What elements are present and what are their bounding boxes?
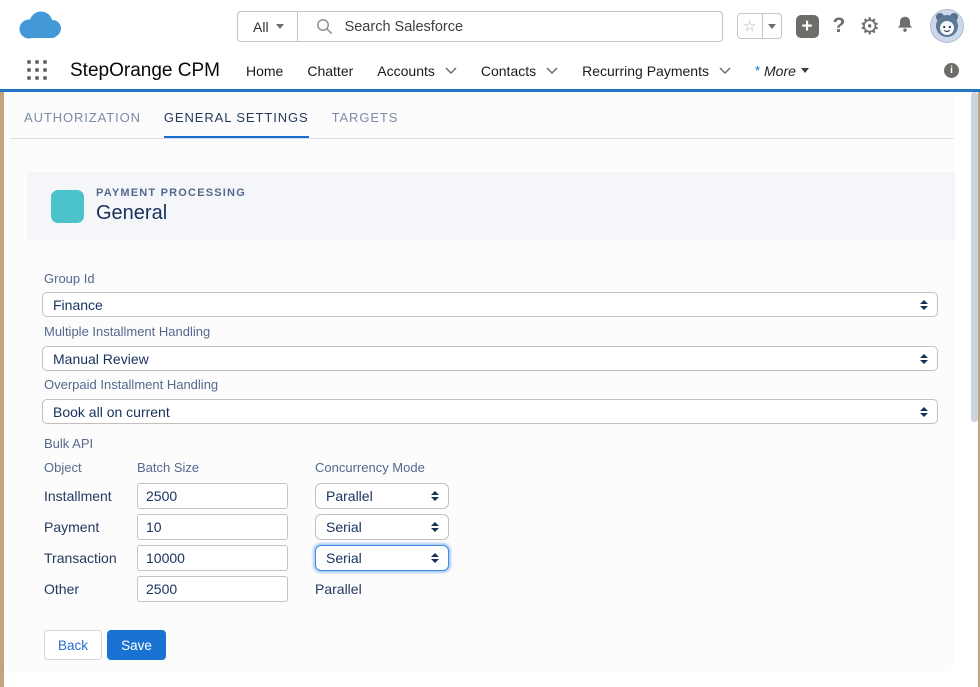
nav-item-recurring-payments[interactable]: Recurring Payments (582, 63, 731, 79)
plus-icon: + (801, 16, 812, 37)
caret-down-icon (276, 24, 284, 29)
nav-item-home[interactable]: Home (246, 63, 283, 79)
star-icon: ☆ (743, 17, 756, 35)
select-value: Serial (326, 550, 362, 566)
overpaid-installment-handling-select[interactable]: Book all on current (42, 399, 938, 424)
field-label-overpaid-installment-handling: Overpaid Installment Handling (44, 377, 218, 392)
row-label-installment: Installment (44, 483, 112, 509)
info-icon[interactable]: i (944, 63, 959, 78)
payment-processing-icon (51, 190, 84, 223)
search-scope-value: All (253, 19, 269, 35)
select-arrows-icon (920, 354, 928, 364)
select-arrows-icon (431, 553, 439, 563)
transaction-batch-size-input[interactable] (137, 545, 288, 571)
unsaved-asterisk: * (755, 63, 760, 78)
installment-batch-size-input[interactable] (137, 483, 288, 509)
installment-concurrency-select[interactable]: Parallel (315, 483, 449, 509)
row-label-transaction: Transaction (44, 545, 117, 571)
section-header: PAYMENT PROCESSING General (27, 172, 955, 240)
notifications-button[interactable] (894, 14, 916, 39)
app-nav-bar: StepOrange CPM Home Chatter Accounts Con… (0, 52, 980, 89)
select-value: Parallel (326, 488, 373, 504)
search-input[interactable] (345, 19, 722, 35)
select-arrows-icon (431, 522, 439, 532)
chevron-down-icon (719, 67, 731, 74)
nav-label: More (764, 63, 796, 79)
salesforce-app-window: All ☆ + ? (0, 0, 980, 687)
nav-label: Recurring Payments (582, 63, 709, 79)
payment-batch-size-input[interactable] (137, 514, 288, 540)
nav-label: Home (246, 63, 283, 79)
column-header-object: Object (44, 460, 82, 475)
astro-avatar-icon (931, 10, 963, 42)
scrollbar-thumb[interactable] (971, 92, 978, 422)
select-value: Book all on current (53, 404, 170, 420)
field-label-group-id: Group Id (44, 271, 95, 286)
caret-down-icon (768, 24, 776, 29)
gear-icon: ⚙ (859, 13, 880, 39)
nav-label: Accounts (377, 63, 435, 79)
chevron-down-icon (546, 67, 558, 74)
group-id-select[interactable]: Finance (42, 292, 938, 317)
section-eyebrow: PAYMENT PROCESSING (96, 187, 246, 199)
nav-label: Chatter (307, 63, 353, 79)
triangle-down-icon (801, 68, 809, 73)
nav-item-chatter[interactable]: Chatter (307, 63, 353, 79)
search-scope-dropdown[interactable]: All (238, 12, 297, 41)
nav-item-contacts[interactable]: Contacts (481, 63, 558, 79)
page-content: AUTHORIZATION GENERAL SETTINGS TARGETS P… (0, 92, 980, 687)
chevron-down-icon (445, 67, 457, 74)
tab-authorization[interactable]: AUTHORIZATION (24, 110, 141, 139)
setup-gear-button[interactable]: ⚙ (859, 14, 880, 38)
favorites-caret-button[interactable] (763, 13, 782, 39)
row-label-payment: Payment (44, 514, 99, 540)
global-search: All (237, 11, 723, 42)
column-header-batch-size: Batch Size (137, 460, 199, 475)
nav-item-more[interactable]: * More (755, 63, 809, 79)
salesforce-cloud-logo (16, 10, 64, 41)
search-icon (316, 18, 333, 35)
quick-create-button[interactable]: + (796, 15, 819, 38)
select-value: Manual Review (53, 351, 149, 367)
other-batch-size-input[interactable] (137, 576, 288, 602)
back-button[interactable]: Back (44, 630, 102, 660)
user-avatar[interactable] (930, 9, 964, 43)
bulk-api-label: Bulk API (44, 436, 93, 451)
bell-icon (894, 14, 916, 36)
field-label-multiple-installment-handling: Multiple Installment Handling (44, 324, 210, 339)
transaction-concurrency-select[interactable]: Serial (315, 545, 449, 571)
help-button[interactable]: ? (833, 14, 846, 38)
search-divider (297, 11, 298, 42)
page-title: General (96, 202, 246, 225)
select-arrows-icon (431, 491, 439, 501)
help-icon: ? (833, 14, 846, 37)
nav-item-accounts[interactable]: Accounts (377, 63, 457, 79)
global-header: All ☆ + ? (0, 0, 980, 52)
select-value: Serial (326, 519, 362, 535)
select-arrows-icon (920, 407, 928, 417)
row-label-other: Other (44, 576, 79, 602)
nav-label: Contacts (481, 63, 536, 79)
payment-concurrency-select[interactable]: Serial (315, 514, 449, 540)
other-concurrency-static: Parallel (315, 576, 362, 602)
settings-tabs: AUTHORIZATION GENERAL SETTINGS TARGETS (24, 92, 398, 139)
main-navigation: Home Chatter Accounts Contacts Recurring… (246, 52, 809, 89)
select-arrows-icon (920, 300, 928, 310)
favorites-star-button[interactable]: ☆ (737, 13, 763, 39)
favorites-control: ☆ (737, 13, 782, 39)
app-name: StepOrange CPM (70, 52, 220, 89)
tabs-divider (10, 138, 954, 139)
header-actions: ☆ + ? ⚙ (737, 0, 964, 52)
tab-general-settings[interactable]: GENERAL SETTINGS (164, 110, 309, 139)
tab-targets[interactable]: TARGETS (332, 110, 399, 139)
multiple-installment-handling-select[interactable]: Manual Review (42, 346, 938, 371)
app-launcher-icon[interactable] (27, 60, 48, 81)
window-edge-left (0, 92, 4, 687)
save-button[interactable]: Save (107, 630, 166, 660)
select-value: Finance (53, 297, 103, 313)
column-header-concurrency-mode: Concurrency Mode (315, 460, 425, 475)
